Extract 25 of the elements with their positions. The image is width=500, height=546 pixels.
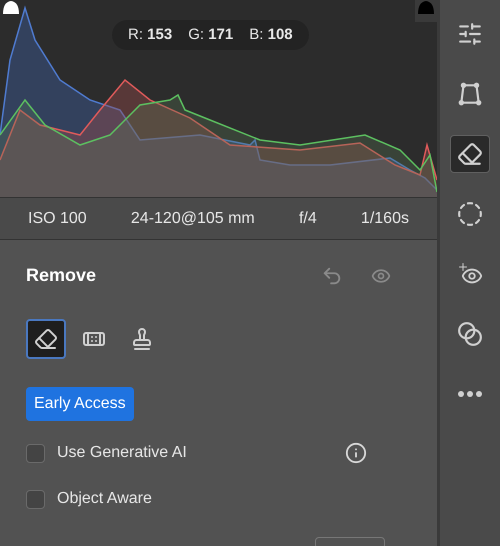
eraser-icon — [34, 327, 58, 351]
panel-title: Remove — [26, 264, 96, 287]
checkbox[interactable] — [26, 444, 45, 462]
toolbar-button[interactable] — [450, 135, 490, 173]
rgb-value: R: 153 — [128, 24, 172, 45]
early-access-badge: Early Access — [26, 387, 134, 421]
eraser-icon — [457, 141, 483, 167]
stamp-icon — [130, 327, 154, 351]
checkbox-label: Use Generative AI — [57, 443, 187, 463]
exif-value: 24-120@105 mm — [130, 208, 255, 228]
exif-value: ISO 100 — [28, 208, 87, 228]
exif-value: f/4 — [298, 208, 317, 228]
checkbox-label: Object Aware — [57, 489, 152, 509]
sliders-icon — [457, 21, 483, 47]
overlapping-circles-icon — [457, 321, 483, 347]
rgb-value: G: 171 — [188, 24, 234, 45]
more-icon — [458, 391, 482, 397]
dashed-circle-icon — [457, 201, 483, 227]
quadrilateral-icon — [457, 81, 483, 107]
checkbox[interactable] — [26, 490, 45, 508]
info-icon[interactable] — [345, 442, 367, 464]
tool-button[interactable] — [26, 319, 66, 359]
highlight-clipping-toggle[interactable] — [415, 0, 437, 22]
exif-value: 1/160s — [360, 208, 409, 228]
rgb-value: B: 108 — [249, 24, 293, 45]
